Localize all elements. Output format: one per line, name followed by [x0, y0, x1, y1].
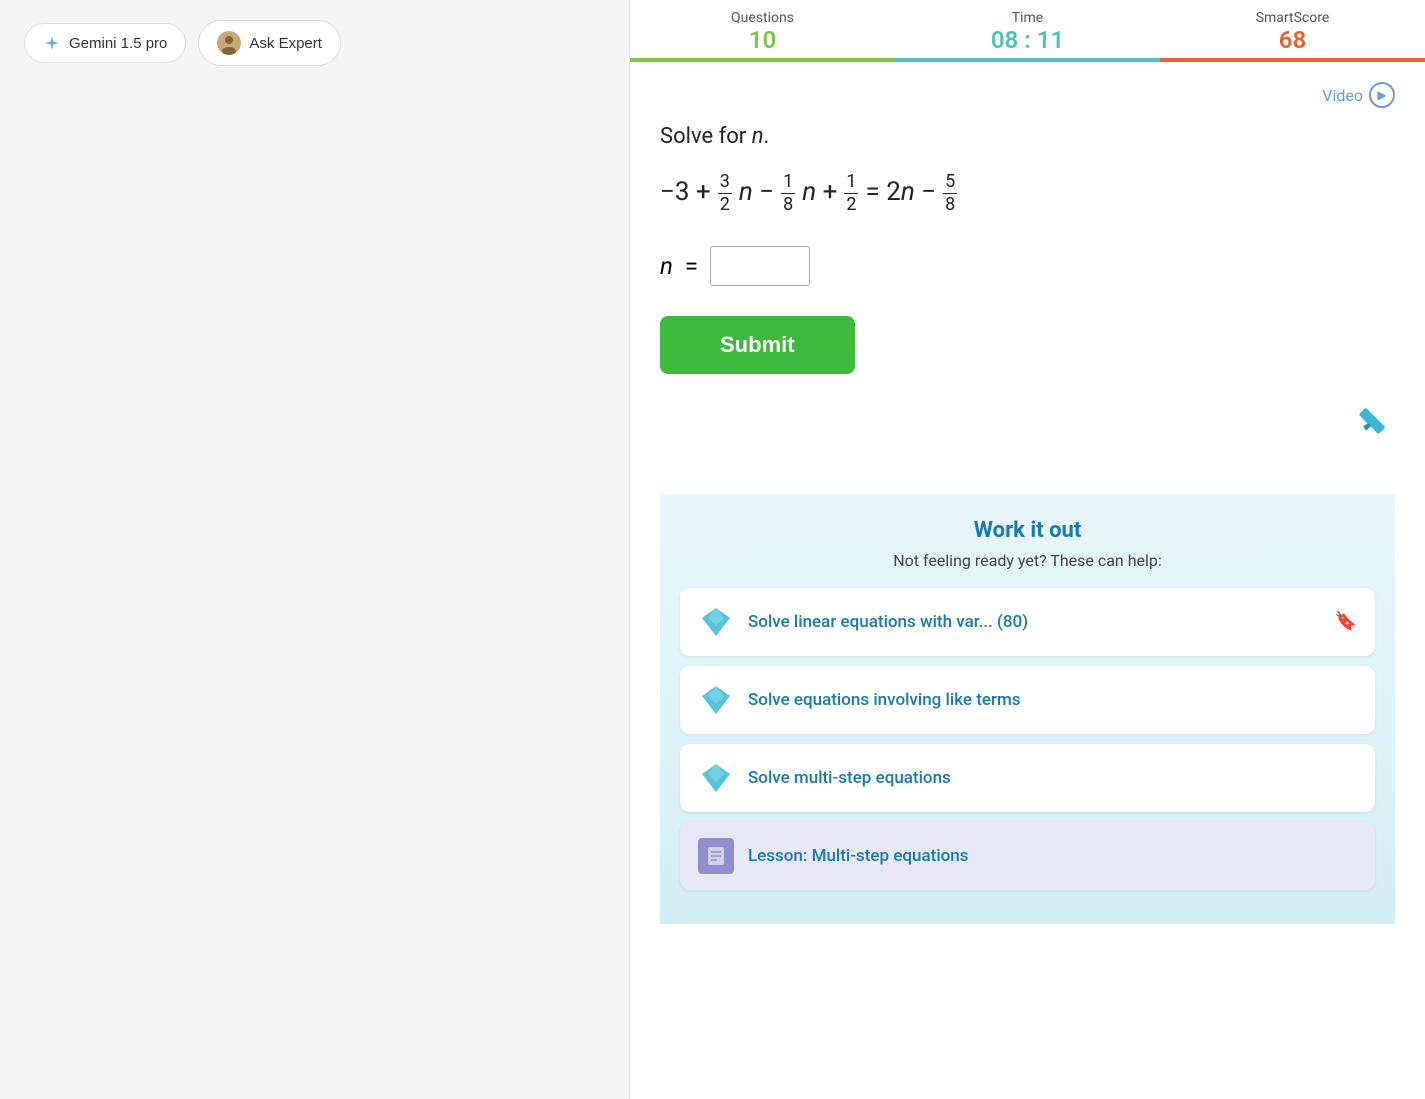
work-it-out-subtitle: Not feeling ready yet? These can help:	[680, 551, 1375, 570]
resource-text-1: Solve linear equations with var... (80)	[748, 612, 1321, 632]
left-panel: Gemini 1.5 pro Ask Expert	[0, 0, 630, 1099]
resource-card-1[interactable]: Solve linear equations with var... (80) …	[680, 588, 1375, 656]
work-it-out-section: Work it out Not feeling ready yet? These…	[660, 494, 1395, 924]
smartscore-label: SmartScore	[1256, 10, 1330, 26]
eq-frac3: 1 2	[843, 169, 859, 216]
pencil-wrapper	[660, 398, 1395, 434]
pencil-icon[interactable]	[1359, 398, 1395, 434]
resource-card-3[interactable]: Solve multi-step equations	[680, 744, 1375, 812]
questions-stat: Questions 10	[630, 0, 895, 62]
video-play-icon: ▶	[1369, 82, 1395, 108]
video-label: Video	[1322, 86, 1363, 105]
diamond-icon-1	[698, 604, 734, 640]
gemini-label: Gemini 1.5 pro	[69, 35, 167, 52]
eq-n2: n +	[802, 169, 837, 216]
video-link[interactable]: Video ▶	[660, 82, 1395, 108]
work-it-out-title: Work it out	[680, 518, 1375, 543]
gemini-button[interactable]: Gemini 1.5 pro	[24, 23, 186, 63]
smartscore-stat: SmartScore 68	[1160, 0, 1425, 62]
questions-value: 10	[749, 26, 776, 54]
bookmark-icon-1: 🔖	[1335, 611, 1357, 632]
eq-frac2: 1 8	[780, 169, 796, 216]
content-area: Video ▶ Solve for n. −3 + 3 2 n − 1 8	[630, 62, 1425, 1099]
eq-equals: = 2n −	[865, 169, 936, 216]
time-stat: Time 08 : 11	[895, 0, 1160, 62]
lesson-icon	[698, 838, 734, 874]
time-label: Time	[1012, 10, 1043, 26]
expert-avatar	[217, 31, 241, 55]
resource-card-4[interactable]: Lesson: Multi-step equations	[680, 822, 1375, 890]
answer-input[interactable]	[710, 246, 810, 286]
resource-text-2: Solve equations involving like terms	[748, 690, 1357, 710]
problem-heading: Solve for n.	[660, 124, 1395, 149]
questions-label: Questions	[731, 10, 794, 26]
eq-frac1: 3 2	[717, 169, 733, 216]
answer-n-label: n	[660, 252, 673, 280]
eq-n1: n −	[739, 169, 774, 216]
diamond-icon-2	[698, 682, 734, 718]
resource-text-3: Solve multi-step equations	[748, 768, 1357, 788]
answer-equals: =	[685, 252, 698, 280]
resource-text-4: Lesson: Multi-step equations	[748, 846, 1357, 866]
time-value: 08 : 11	[991, 26, 1064, 54]
eq-neg3: −3 +	[660, 169, 711, 216]
equation-display: −3 + 3 2 n − 1 8 n + 1 2 =	[660, 169, 1395, 216]
ask-expert-button[interactable]: Ask Expert	[198, 20, 341, 66]
eq-frac4: 5 8	[942, 169, 958, 216]
sparkle-icon	[43, 34, 61, 52]
resource-card-2[interactable]: Solve equations involving like terms	[680, 666, 1375, 734]
diamond-icon-3	[698, 760, 734, 796]
ask-expert-label: Ask Expert	[249, 35, 322, 52]
answer-row: n =	[660, 246, 1395, 286]
variable-n: n	[752, 124, 764, 149]
toolbar: Gemini 1.5 pro Ask Expert	[24, 20, 605, 66]
submit-button[interactable]: Submit	[660, 316, 855, 374]
smartscore-value: 68	[1279, 26, 1306, 54]
right-panel: Questions 10 Time 08 : 11 SmartScore 68 …	[630, 0, 1425, 1099]
stats-header: Questions 10 Time 08 : 11 SmartScore 68	[630, 0, 1425, 62]
